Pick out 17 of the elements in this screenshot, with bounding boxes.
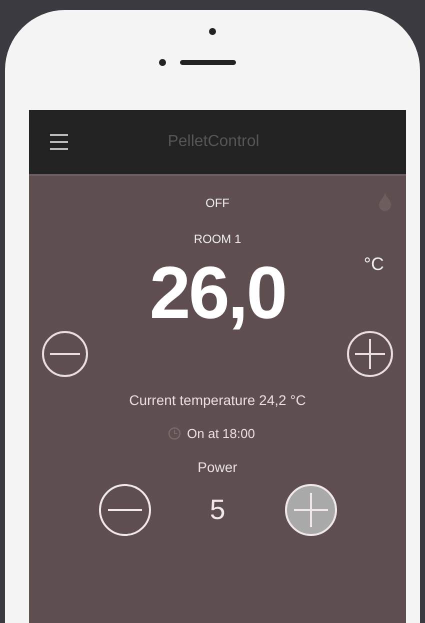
increase-temperature-button[interactable] <box>346 330 394 378</box>
power-value: 5 <box>208 494 226 526</box>
decrease-temperature-button[interactable] <box>41 330 89 378</box>
clock-icon <box>168 427 182 440</box>
setpoint-value: 26,0 <box>149 252 286 334</box>
power-label: Power <box>198 459 238 475</box>
status-label: OFF <box>206 196 230 210</box>
speaker-icon <box>180 60 236 65</box>
camera-icon <box>209 28 216 35</box>
sensor-icon <box>159 59 166 66</box>
menu-icon[interactable] <box>49 133 69 151</box>
current-temperature: Current temperature 24,2 °C <box>129 392 306 408</box>
timer-label: On at 18:00 <box>187 426 255 441</box>
room-name: ROOM 1 <box>194 232 242 246</box>
increase-power-button[interactable] <box>284 483 338 537</box>
decrease-power-button[interactable] <box>98 483 152 537</box>
unit-label: °C <box>364 254 384 275</box>
